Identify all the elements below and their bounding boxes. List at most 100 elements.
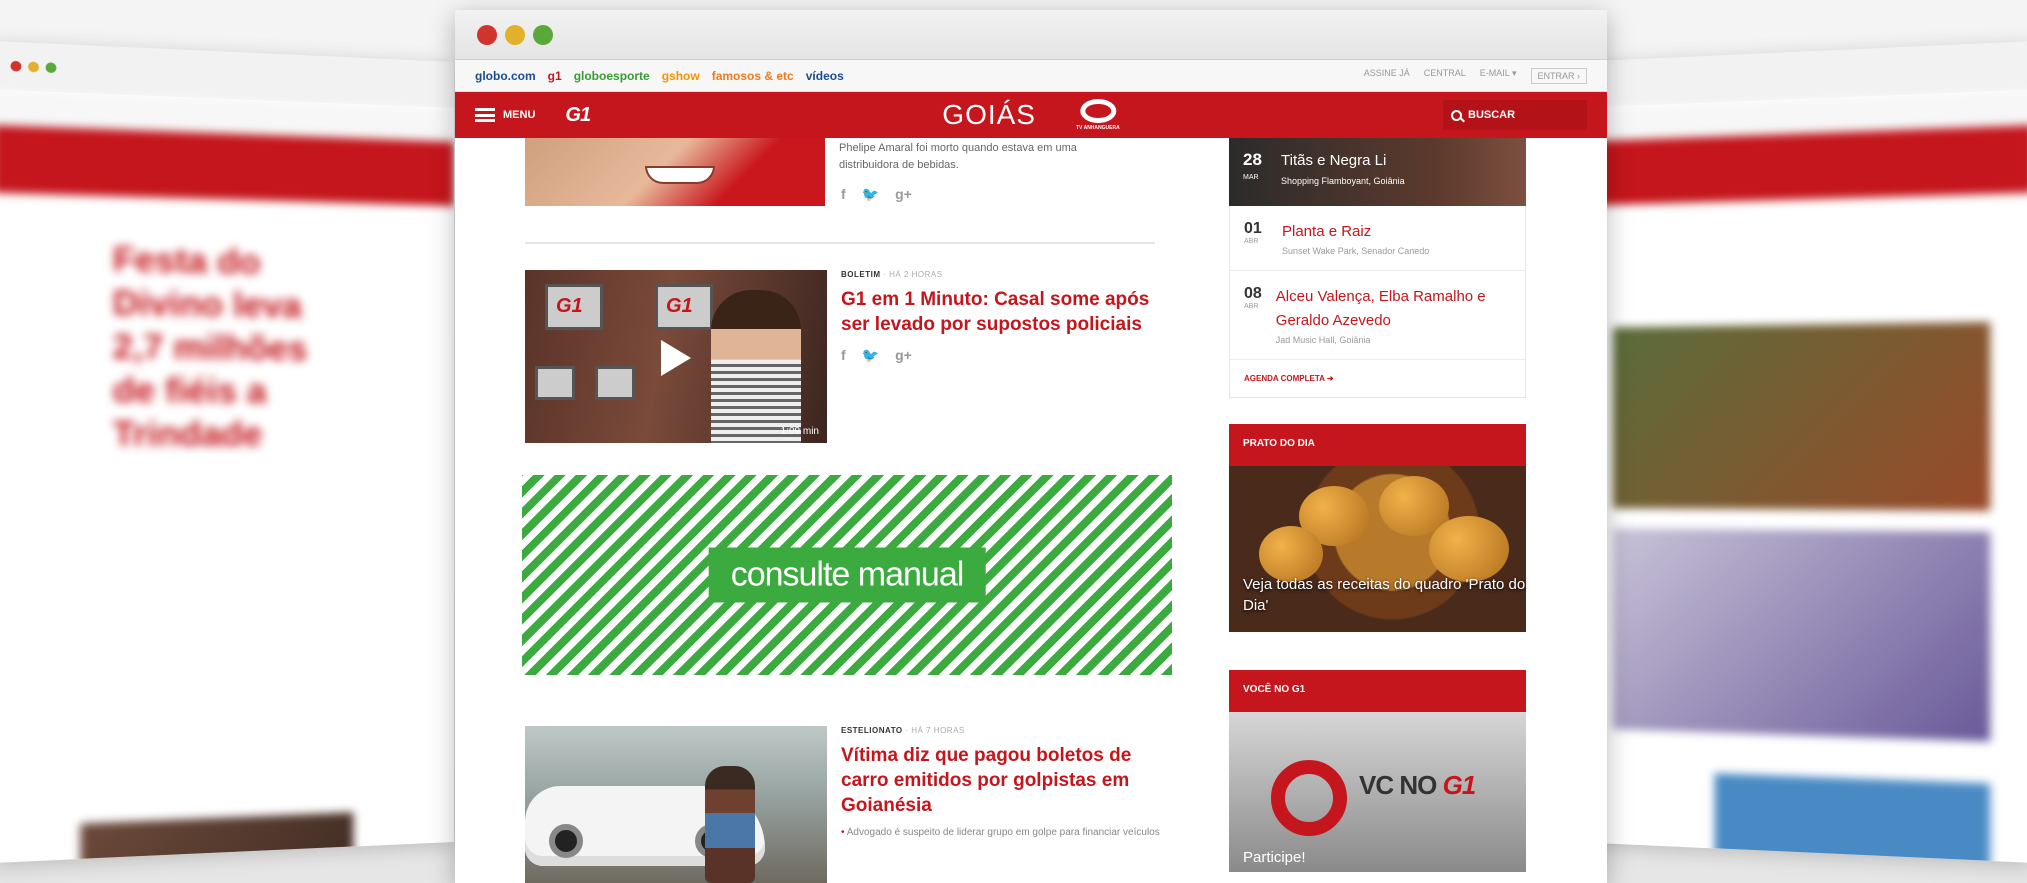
- network-link-0[interactable]: globo.com: [475, 69, 536, 83]
- search-button[interactable]: BUSCAR: [1443, 100, 1587, 130]
- regional-brand: GOIÁS TV ANHANGUERA: [942, 99, 1120, 131]
- affiliate-name: TV ANHANGUERA: [1075, 125, 1120, 131]
- close-button[interactable]: [477, 25, 497, 45]
- minimize-button[interactable]: [505, 25, 525, 45]
- sidebar: 28 MAR Titãs e Negra Li Shopping Flamboy…: [1229, 138, 1526, 872]
- news-feed: Phelipe Amaral foi morto quando estava e…: [522, 138, 1172, 883]
- email-dropdown[interactable]: E-MAIL ▾: [1480, 68, 1517, 84]
- event-place: Shopping Flamboyant, Goiânia: [1281, 176, 1405, 186]
- story-time: · HÁ 7 HORAS: [905, 726, 965, 735]
- studio-screen: G1: [545, 284, 603, 330]
- event-title: Planta e Raiz: [1282, 223, 1372, 240]
- google-plus-icon[interactable]: g+: [895, 186, 912, 203]
- twitter-icon[interactable]: 🐦: [862, 347, 879, 364]
- agenda-featured[interactable]: 28 MAR Titãs e Negra Li Shopping Flamboy…: [1229, 138, 1526, 206]
- blurred-page: [1573, 89, 2027, 864]
- search-icon: [1451, 109, 1462, 121]
- event-info: Alceu Valença, Elba Ramalho e Geraldo Az…: [1276, 285, 1511, 345]
- food-photo[interactable]: Veja todas as receitas do quadro 'Prato …: [1229, 466, 1526, 632]
- google-plus-icon[interactable]: g+: [895, 347, 912, 364]
- share-buttons: f 🐦 g+: [841, 186, 912, 203]
- facebook-icon[interactable]: f: [841, 347, 846, 364]
- story-kicker: BOLETIM · HÁ 2 HORAS: [841, 270, 1161, 279]
- event-day: 28: [1243, 150, 1262, 169]
- hamburger-icon: [475, 108, 495, 122]
- browser-window: globo.com g1 globoesporte gshow famosos & et…: [455, 10, 1607, 883]
- story-headline[interactable]: G1 em 1 Minuto: Casal some após ser leva…: [841, 287, 1161, 337]
- network-link-4[interactable]: famosos & etc: [712, 69, 794, 83]
- story-kicker: ESTELIONATO · HÁ 7 HORAS: [841, 726, 1161, 735]
- agenda-full-link[interactable]: AGENDA COMPLETA ➜: [1230, 360, 1525, 397]
- close-dot: [10, 60, 22, 72]
- news-item: ESTELIONATO · HÁ 7 HORAS Vítima diz que …: [525, 726, 1165, 883]
- login-button[interactable]: ENTRAR ›: [1530, 67, 1587, 84]
- play-icon[interactable]: [661, 340, 691, 376]
- vc-ring-icon: [1271, 760, 1347, 836]
- card-header: PRATO DO DIA: [1229, 424, 1526, 466]
- background-window-left: Festa do Divino leva 2,7 milhões de fiéi…: [0, 40, 455, 864]
- page-content: Phelipe Amaral foi morto quando estava e…: [455, 138, 1607, 883]
- zoom-dot: [45, 62, 57, 74]
- window-controls: [477, 25, 553, 45]
- event-info: Planta e Raiz Sunset Wake Park, Senador …: [1282, 220, 1429, 256]
- card-header: VOCÊ NO G1: [1229, 670, 1526, 712]
- agenda-item[interactable]: 08 ABR Alceu Valença, Elba Ramalho e Ger…: [1230, 271, 1525, 360]
- video-duration: 1:09 min: [780, 426, 819, 437]
- person-photo: [705, 766, 755, 883]
- studio-screen: [595, 366, 635, 400]
- zoom-button[interactable]: [533, 25, 553, 45]
- background-window-right: [1573, 40, 2027, 864]
- subscribe-link[interactable]: ASSINE JÁ: [1364, 68, 1410, 84]
- agenda-list: 01 ABR Planta e Raiz Sunset Wake Park, S…: [1229, 206, 1526, 398]
- agenda-item[interactable]: 01 ABR Planta e Raiz Sunset Wake Park, S…: [1230, 206, 1525, 271]
- event-month: MAR: [1243, 174, 1259, 181]
- menu-button[interactable]: MENU: [475, 108, 535, 122]
- globo-network-bar: globo.com g1 globoesporte gshow famosos & et…: [455, 60, 1607, 92]
- blurred-headline: Festa do Divino leva 2,7 milhões de fiéi…: [112, 239, 308, 455]
- minimize-dot: [28, 61, 39, 73]
- network-links: globo.com g1 globoesporte gshow famosos & et…: [475, 69, 844, 83]
- event-title: Alceu Valença, Elba Ramalho e Geraldo Az…: [1275, 288, 1486, 329]
- account-links: ASSINE JÁ CENTRAL E-MAIL ▾ ENTRAR ›: [1364, 67, 1587, 84]
- event-place: Sunset Wake Park, Senador Canedo: [1282, 246, 1430, 256]
- story-thumbnail[interactable]: [525, 138, 825, 206]
- related-text: Advogado é suspeito de liderar grupo em …: [846, 827, 1160, 838]
- network-link-3[interactable]: gshow: [662, 69, 700, 83]
- network-link-2[interactable]: globoesporte: [574, 69, 650, 83]
- story-headline[interactable]: Vítima diz que pagou boletos de carro em…: [841, 743, 1161, 818]
- bullet-icon: •: [841, 827, 845, 838]
- story-thumbnail[interactable]: [525, 726, 827, 883]
- blurred-image: [1714, 773, 1991, 864]
- blurred-thumbnail: [80, 812, 354, 864]
- g1-logo[interactable]: G1: [565, 104, 591, 127]
- blurred-image: [1612, 528, 1991, 742]
- vc-no-g1-logo: VC NO G1: [1359, 770, 1476, 800]
- card-caption: Veja todas as receitas do quadro 'Prato …: [1243, 576, 1526, 614]
- news-item-video: G1 G1 1:09 min BOLETIM · HÁ 2 HORAS G1 e…: [525, 270, 1165, 445]
- tv-anhanguera-logo[interactable]: TV ANHANGUERA: [1076, 99, 1120, 131]
- facebook-icon[interactable]: f: [841, 186, 846, 203]
- video-thumbnail[interactable]: G1 G1 1:09 min: [525, 270, 827, 443]
- divider: [525, 242, 1155, 244]
- twitter-icon[interactable]: 🐦: [862, 186, 879, 203]
- related-link[interactable]: • Advogado é suspeito de liderar grupo e…: [841, 826, 1161, 840]
- event-title: Titãs e Negra Li: [1281, 152, 1387, 169]
- vc-promo[interactable]: VC NO G1 Participe!: [1229, 712, 1526, 872]
- central-link[interactable]: CENTRAL: [1424, 68, 1466, 84]
- menu-label: MENU: [503, 109, 536, 121]
- ad-placeholder[interactable]: consulte manual: [522, 475, 1172, 675]
- share-buttons: f 🐦 g+: [841, 347, 1161, 364]
- region-title[interactable]: GOIÁS: [942, 99, 1036, 131]
- network-link-1[interactable]: g1: [548, 69, 562, 83]
- site-header: MENU G1 GOIÁS TV ANHANGUERA BUSCAR: [455, 92, 1607, 138]
- studio-screen: G1: [655, 284, 713, 330]
- story-summary[interactable]: Phelipe Amaral foi morto quando estava e…: [839, 140, 1109, 174]
- globo-affiliate-icon: [1079, 99, 1116, 123]
- smile-photo: [645, 166, 715, 184]
- browser-chrome: [455, 10, 1607, 60]
- voce-no-g1-card: VOCÊ NO G1 VC NO G1 Participe!: [1229, 670, 1526, 872]
- event-place: Jad Music Hall, Goiânia: [1275, 335, 1371, 345]
- participate-link[interactable]: Participe!: [1243, 849, 1306, 866]
- network-link-5[interactable]: vídeos: [806, 69, 844, 83]
- kicker-label: BOLETIM: [841, 270, 881, 279]
